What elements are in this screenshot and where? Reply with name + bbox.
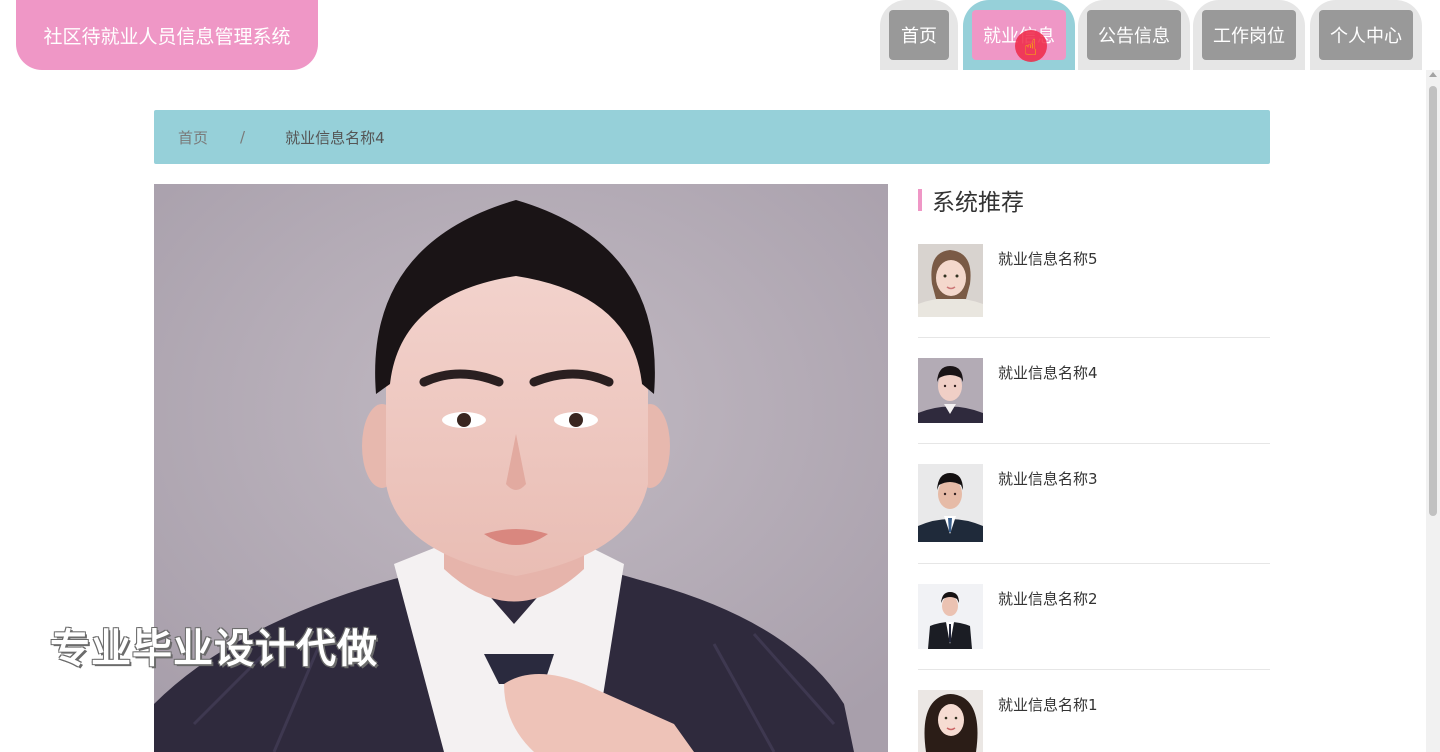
breadcrumb: 首页 / 就业信息名称4 (154, 110, 1270, 164)
nav-tab-personal-center-label[interactable]: 个人中心 (1319, 10, 1413, 60)
breadcrumb-home-link[interactable]: 首页 (178, 127, 208, 148)
nav-tab-home[interactable]: 首页 (880, 0, 958, 70)
recommendation-thumbnail[interactable] (918, 584, 983, 649)
recommendation-item[interactable]: 就业信息名称4 (918, 358, 1270, 444)
recommendation-thumbnail[interactable] (918, 244, 983, 317)
recommendations-title: 系统推荐 (932, 190, 1024, 216)
nav-tab-job-positions-label[interactable]: 工作岗位 (1202, 10, 1296, 60)
recommendation-name[interactable]: 就业信息名称5 (998, 248, 1098, 269)
recommendation-thumbnail[interactable] (918, 690, 983, 752)
main-nav: 首页 就业信息 公告信息 工作岗位 个人中心 (0, 0, 1440, 70)
recommendation-item[interactable]: 就业信息名称3 (918, 464, 1270, 564)
nav-tab-home-label[interactable]: 首页 (889, 10, 949, 60)
recommendation-item[interactable]: 就业信息名称1 (918, 690, 1270, 752)
recommendation-thumbnail[interactable] (918, 358, 983, 423)
heading-accent-bar (918, 189, 922, 211)
nav-tab-personal-center[interactable]: 个人中心 (1310, 0, 1422, 70)
recommendation-item[interactable]: 就业信息名称2 (918, 584, 1270, 670)
watermark-text: 专业毕业设计代做 (50, 626, 378, 672)
recommendation-name[interactable]: 就业信息名称3 (998, 468, 1098, 489)
nav-tab-job-positions[interactable]: 工作岗位 (1193, 0, 1305, 70)
recommendation-name[interactable]: 就业信息名称2 (998, 588, 1098, 609)
breadcrumb-current: 就业信息名称4 (285, 128, 385, 147)
scrollbar-thumb[interactable] (1429, 86, 1437, 516)
hand-cursor-icon: ☝ (1024, 36, 1038, 61)
scroll-up-arrow-icon[interactable] (1429, 72, 1437, 77)
recommendation-name[interactable]: 就业信息名称1 (998, 694, 1098, 715)
nav-tab-announcements[interactable]: 公告信息 (1078, 0, 1190, 70)
breadcrumb-separator: / (240, 128, 246, 146)
page-scrollbar[interactable] (1426, 70, 1440, 752)
nav-tab-announcements-label[interactable]: 公告信息 (1087, 10, 1181, 60)
recommendation-thumbnail[interactable] (918, 464, 983, 542)
recommendation-name[interactable]: 就业信息名称4 (998, 362, 1098, 383)
recommendation-item[interactable]: 就业信息名称5 (918, 244, 1270, 338)
recommendations-heading: 系统推荐 (918, 184, 1024, 216)
